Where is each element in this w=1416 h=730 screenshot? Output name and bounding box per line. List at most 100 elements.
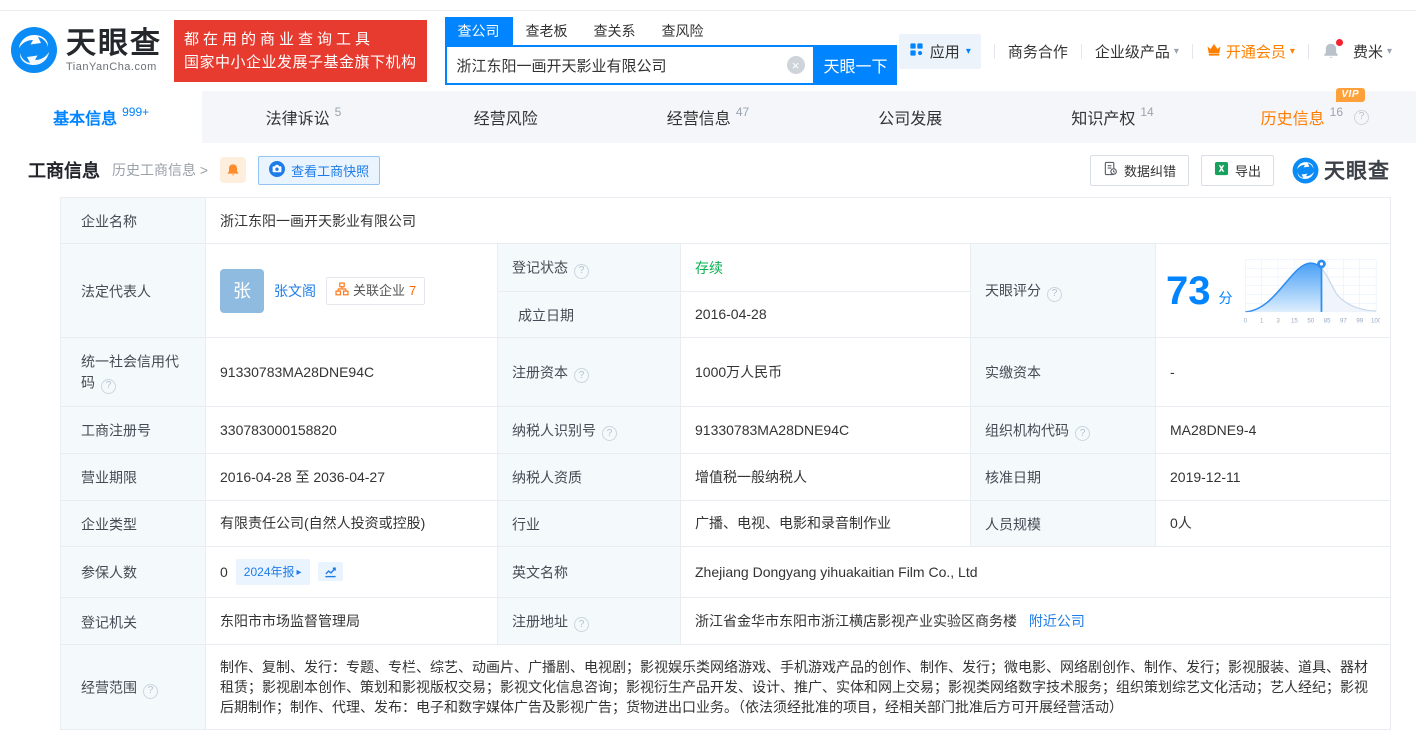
field-label: 核准日期 (971, 454, 1156, 500)
score-distribution-chart: 0 1 3 15 50 85 97 99 100 (1241, 253, 1381, 329)
tab-label: 经营信息 (667, 105, 731, 129)
field-label: 实缴资本 (971, 338, 1156, 407)
taxpayer-quality-value: 增值税一般纳税人 (681, 454, 971, 500)
slogan-banner: 都在用的商业查询工具 国家中小企业发展子基金旗下机构 (174, 20, 427, 83)
username: 费米 (1353, 41, 1383, 62)
notifications-bell-icon[interactable] (1322, 42, 1340, 60)
related-companies-badge[interactable]: 关联企业 7 (326, 277, 425, 305)
open-vip-label: 开通会员 (1226, 41, 1286, 62)
legal-rep-link[interactable]: 张文阁 (274, 281, 316, 301)
table-row: 企业名称 浙江东阳一画开天影业有限公司 (61, 198, 1391, 244)
help-icon[interactable] (574, 368, 589, 383)
help-icon[interactable] (143, 684, 158, 699)
table-row: 企业类型 有限责任公司(自然人投资或控股) 行业 广播、电视、电影和录音制作业 … (61, 500, 1391, 546)
tianyancha-logo[interactable]: 天眼查 TianYanCha.com (10, 26, 162, 77)
search-button[interactable]: 天眼一下 (815, 45, 897, 85)
tab-count: 47 (736, 105, 749, 119)
field-label: 英文名称 (498, 546, 681, 597)
tab-count: 999+ (122, 105, 149, 119)
view-business-snapshot-button[interactable]: 查看工商快照 (258, 156, 380, 185)
annual-report-pill[interactable]: 2024年报 (236, 559, 310, 585)
field-label: 统一社会信用代码 (61, 338, 206, 407)
export-button[interactable]: 导出 (1201, 155, 1274, 186)
site-header: 天眼查 TianYanCha.com 都在用的商业查询工具 国家中小企业发展子基… (0, 11, 1416, 91)
clear-search-icon[interactable] (787, 56, 805, 74)
registered-capital-value: 1000万人民币 (681, 338, 971, 407)
data-correction-button[interactable]: 数据纠错 (1090, 155, 1189, 186)
tab-operation-risk[interactable]: 经营风险 (405, 91, 607, 143)
field-label: 成立日期 (498, 291, 681, 337)
field-label: 工商注册号 (61, 406, 206, 454)
field-label: 人员规模 (971, 500, 1156, 546)
enterprise-products-label: 企业级产品 (1095, 41, 1170, 62)
crown-icon (1206, 42, 1222, 60)
svg-text:100: 100 (1371, 317, 1380, 324)
field-label: 参保人数 (61, 546, 206, 597)
help-icon[interactable] (574, 264, 589, 279)
table-row: 统一社会信用代码 91330783MA28DNE94C 注册资本 1000万人民… (61, 338, 1391, 407)
search-tab-company[interactable]: 查公司 (445, 17, 513, 45)
apps-menu[interactable]: 应用 (899, 34, 981, 69)
table-row: 登记机关 东阳市市场监督管理局 注册地址 浙江省金华市东阳市浙江横店影视产业实验… (61, 597, 1391, 645)
tab-history-info[interactable]: VIP 历史信息 16 (1214, 91, 1416, 143)
field-label: 天眼评分 (971, 244, 1156, 338)
chevron-down-icon (1387, 46, 1392, 57)
nav-divider (1081, 44, 1082, 59)
search-input[interactable] (447, 57, 787, 74)
tianyancha-logo-icon (10, 26, 58, 77)
table-row: 经营范围 制作、复制、发行：专题、专栏、综艺、动画片、广播剧、电视剧；影视娱乐类… (61, 645, 1391, 730)
tab-intellectual-property[interactable]: 知识产权 14 (1011, 91, 1213, 143)
user-menu[interactable]: 费米 (1353, 41, 1392, 62)
slogan-line-2: 国家中小企业发展子基金旗下机构 (184, 51, 417, 74)
brand-domain: TianYanCha.com (66, 62, 162, 73)
related-label: 关联企业 (353, 281, 405, 301)
org-chart-icon (335, 281, 349, 301)
table-row: 营业期限 2016-04-28 至 2036-04-27 纳税人资质 增值税一般… (61, 454, 1391, 500)
search-module: 查公司 查老板 查关系 查风险 天眼一下 (445, 17, 897, 85)
watermark-brand: 天眼查 (1324, 155, 1390, 185)
org-code-value: MA28DNE9-4 (1156, 406, 1391, 454)
search-tab-boss[interactable]: 查老板 (513, 17, 581, 45)
help-icon[interactable] (574, 617, 589, 632)
field-label: 纳税人识别号 (498, 406, 681, 454)
table-row: 法定代表人 张 张文阁 关联企业 7 登记状态 存续 天眼评分 73 分 (61, 244, 1391, 292)
nav-divider (994, 44, 995, 59)
field-label: 登记机关 (61, 597, 206, 645)
field-label: 营业期限 (61, 454, 206, 500)
tab-company-development[interactable]: 公司发展 (809, 91, 1011, 143)
trend-chart-icon[interactable] (318, 562, 343, 581)
help-icon[interactable] (1047, 287, 1062, 302)
tianyancha-score: 73 分 (1166, 253, 1380, 329)
tab-label: 公司发展 (878, 105, 942, 129)
tab-business-info[interactable]: 经营信息 47 (607, 91, 809, 143)
brand-name: 天眼查 (66, 29, 162, 59)
tab-legal-litigation[interactable]: 法律诉讼 5 (202, 91, 404, 143)
history-business-info-link[interactable]: 历史工商信息 (112, 160, 208, 180)
nav-divider (1308, 44, 1309, 59)
nav-open-vip[interactable]: 开通会员 (1206, 41, 1295, 62)
business-term-value: 2016-04-28 至 2036-04-27 (206, 454, 498, 500)
tab-basic-info[interactable]: 基本信息 999+ (0, 91, 202, 143)
help-icon[interactable] (1075, 426, 1090, 441)
approval-date-value: 2019-12-11 (1156, 454, 1391, 500)
tab-count: 16 (1330, 105, 1343, 119)
search-tab-relation[interactable]: 查关系 (581, 17, 649, 45)
field-label: 组织机构代码 (971, 406, 1156, 454)
help-icon[interactable] (101, 379, 116, 394)
tab-label: 历史信息 (1261, 105, 1325, 129)
slogan-line-1: 都在用的商业查询工具 (184, 28, 417, 51)
help-icon[interactable] (1354, 110, 1369, 125)
field-label: 法定代表人 (61, 244, 206, 338)
nav-enterprise-products[interactable]: 企业级产品 (1095, 41, 1179, 62)
nav-business-cooperation[interactable]: 商务合作 (1008, 41, 1068, 62)
field-label: 注册资本 (498, 338, 681, 407)
company-tabbar: 基本信息 999+ 法律诉讼 5 经营风险 经营信息 47 公司发展 知识产权 … (0, 91, 1416, 143)
section-bar: 工商信息 历史工商信息 查看工商快照 数据纠错 导出 天眼查 (0, 143, 1416, 197)
search-tab-risk[interactable]: 查风险 (649, 17, 717, 45)
annual-report-label: 2024年报 (244, 562, 295, 582)
svg-text:0: 0 (1243, 317, 1247, 324)
subscribe-bell-icon[interactable] (220, 157, 246, 183)
nearby-companies-link[interactable]: 附近公司 (1029, 613, 1085, 629)
help-icon[interactable] (602, 426, 617, 441)
score-unit: 分 (1219, 288, 1233, 308)
